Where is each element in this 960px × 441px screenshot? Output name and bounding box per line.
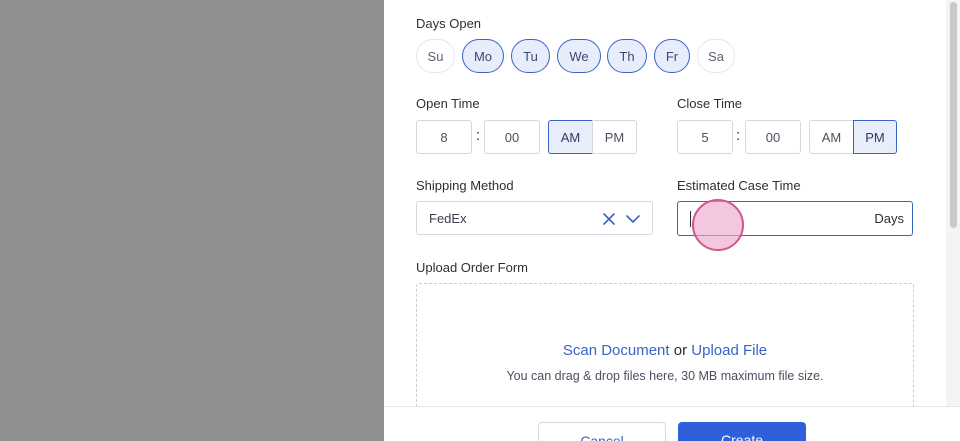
days-open-label: Days Open xyxy=(416,16,482,31)
day-toggle-su[interactable]: Su xyxy=(416,39,455,73)
close-minute-input[interactable]: 00 xyxy=(745,120,801,154)
open-am-toggle[interactable]: AM xyxy=(548,120,593,154)
shipping-method-label: Shipping Method xyxy=(416,178,514,193)
upload-or-text: or xyxy=(673,342,688,359)
close-am-toggle[interactable]: AM xyxy=(809,120,854,154)
day-toggle-we[interactable]: We xyxy=(557,39,601,73)
estimated-case-time-unit: Days xyxy=(874,211,904,226)
chevron-down-icon[interactable] xyxy=(625,212,641,226)
day-toggle-sa[interactable]: Sa xyxy=(697,39,735,73)
shipping-method-value: FedEx xyxy=(429,211,467,226)
panel-footer xyxy=(384,406,960,441)
open-time-separator: : xyxy=(476,127,481,144)
cancel-button[interactable]: Cancel xyxy=(538,422,666,441)
upload-order-form-label: Upload Order Form xyxy=(416,260,528,275)
upload-hint: You can drag & drop files here, 30 MB ma… xyxy=(506,369,824,383)
open-hour-input[interactable]: 8 xyxy=(416,120,472,154)
upload-dropzone[interactable]: Scan Document or Upload File You can dra… xyxy=(416,283,914,423)
scan-document-link[interactable]: Scan Document xyxy=(563,342,670,359)
upload-file-link[interactable]: Upload File xyxy=(691,342,767,359)
open-pm-toggle[interactable]: PM xyxy=(592,120,637,154)
day-toggle-tu[interactable]: Tu xyxy=(511,39,550,73)
day-toggle-mo[interactable]: Mo xyxy=(462,39,504,73)
click-indicator xyxy=(692,199,744,251)
close-icon[interactable] xyxy=(601,211,617,227)
close-time-separator: : xyxy=(736,127,741,144)
estimated-case-time-label: Estimated Case Time xyxy=(677,178,801,193)
close-pm-toggle[interactable]: PM xyxy=(853,120,897,154)
close-time-label: Close Time xyxy=(677,96,743,111)
day-toggle-th[interactable]: Th xyxy=(607,39,647,73)
open-time-label: Open Time xyxy=(416,96,480,111)
day-toggle-fr[interactable]: Fr xyxy=(654,39,690,73)
close-hour-input[interactable]: 5 xyxy=(677,120,733,154)
scrollbar-thumb[interactable] xyxy=(950,2,957,228)
create-button[interactable]: Create xyxy=(678,422,806,441)
modal-backdrop[interactable] xyxy=(0,0,384,441)
upload-links: Scan Document or Upload File xyxy=(417,342,913,359)
text-caret xyxy=(690,211,691,227)
open-minute-input[interactable]: 00 xyxy=(484,120,540,154)
shipping-method-select[interactable]: FedEx xyxy=(416,201,653,235)
